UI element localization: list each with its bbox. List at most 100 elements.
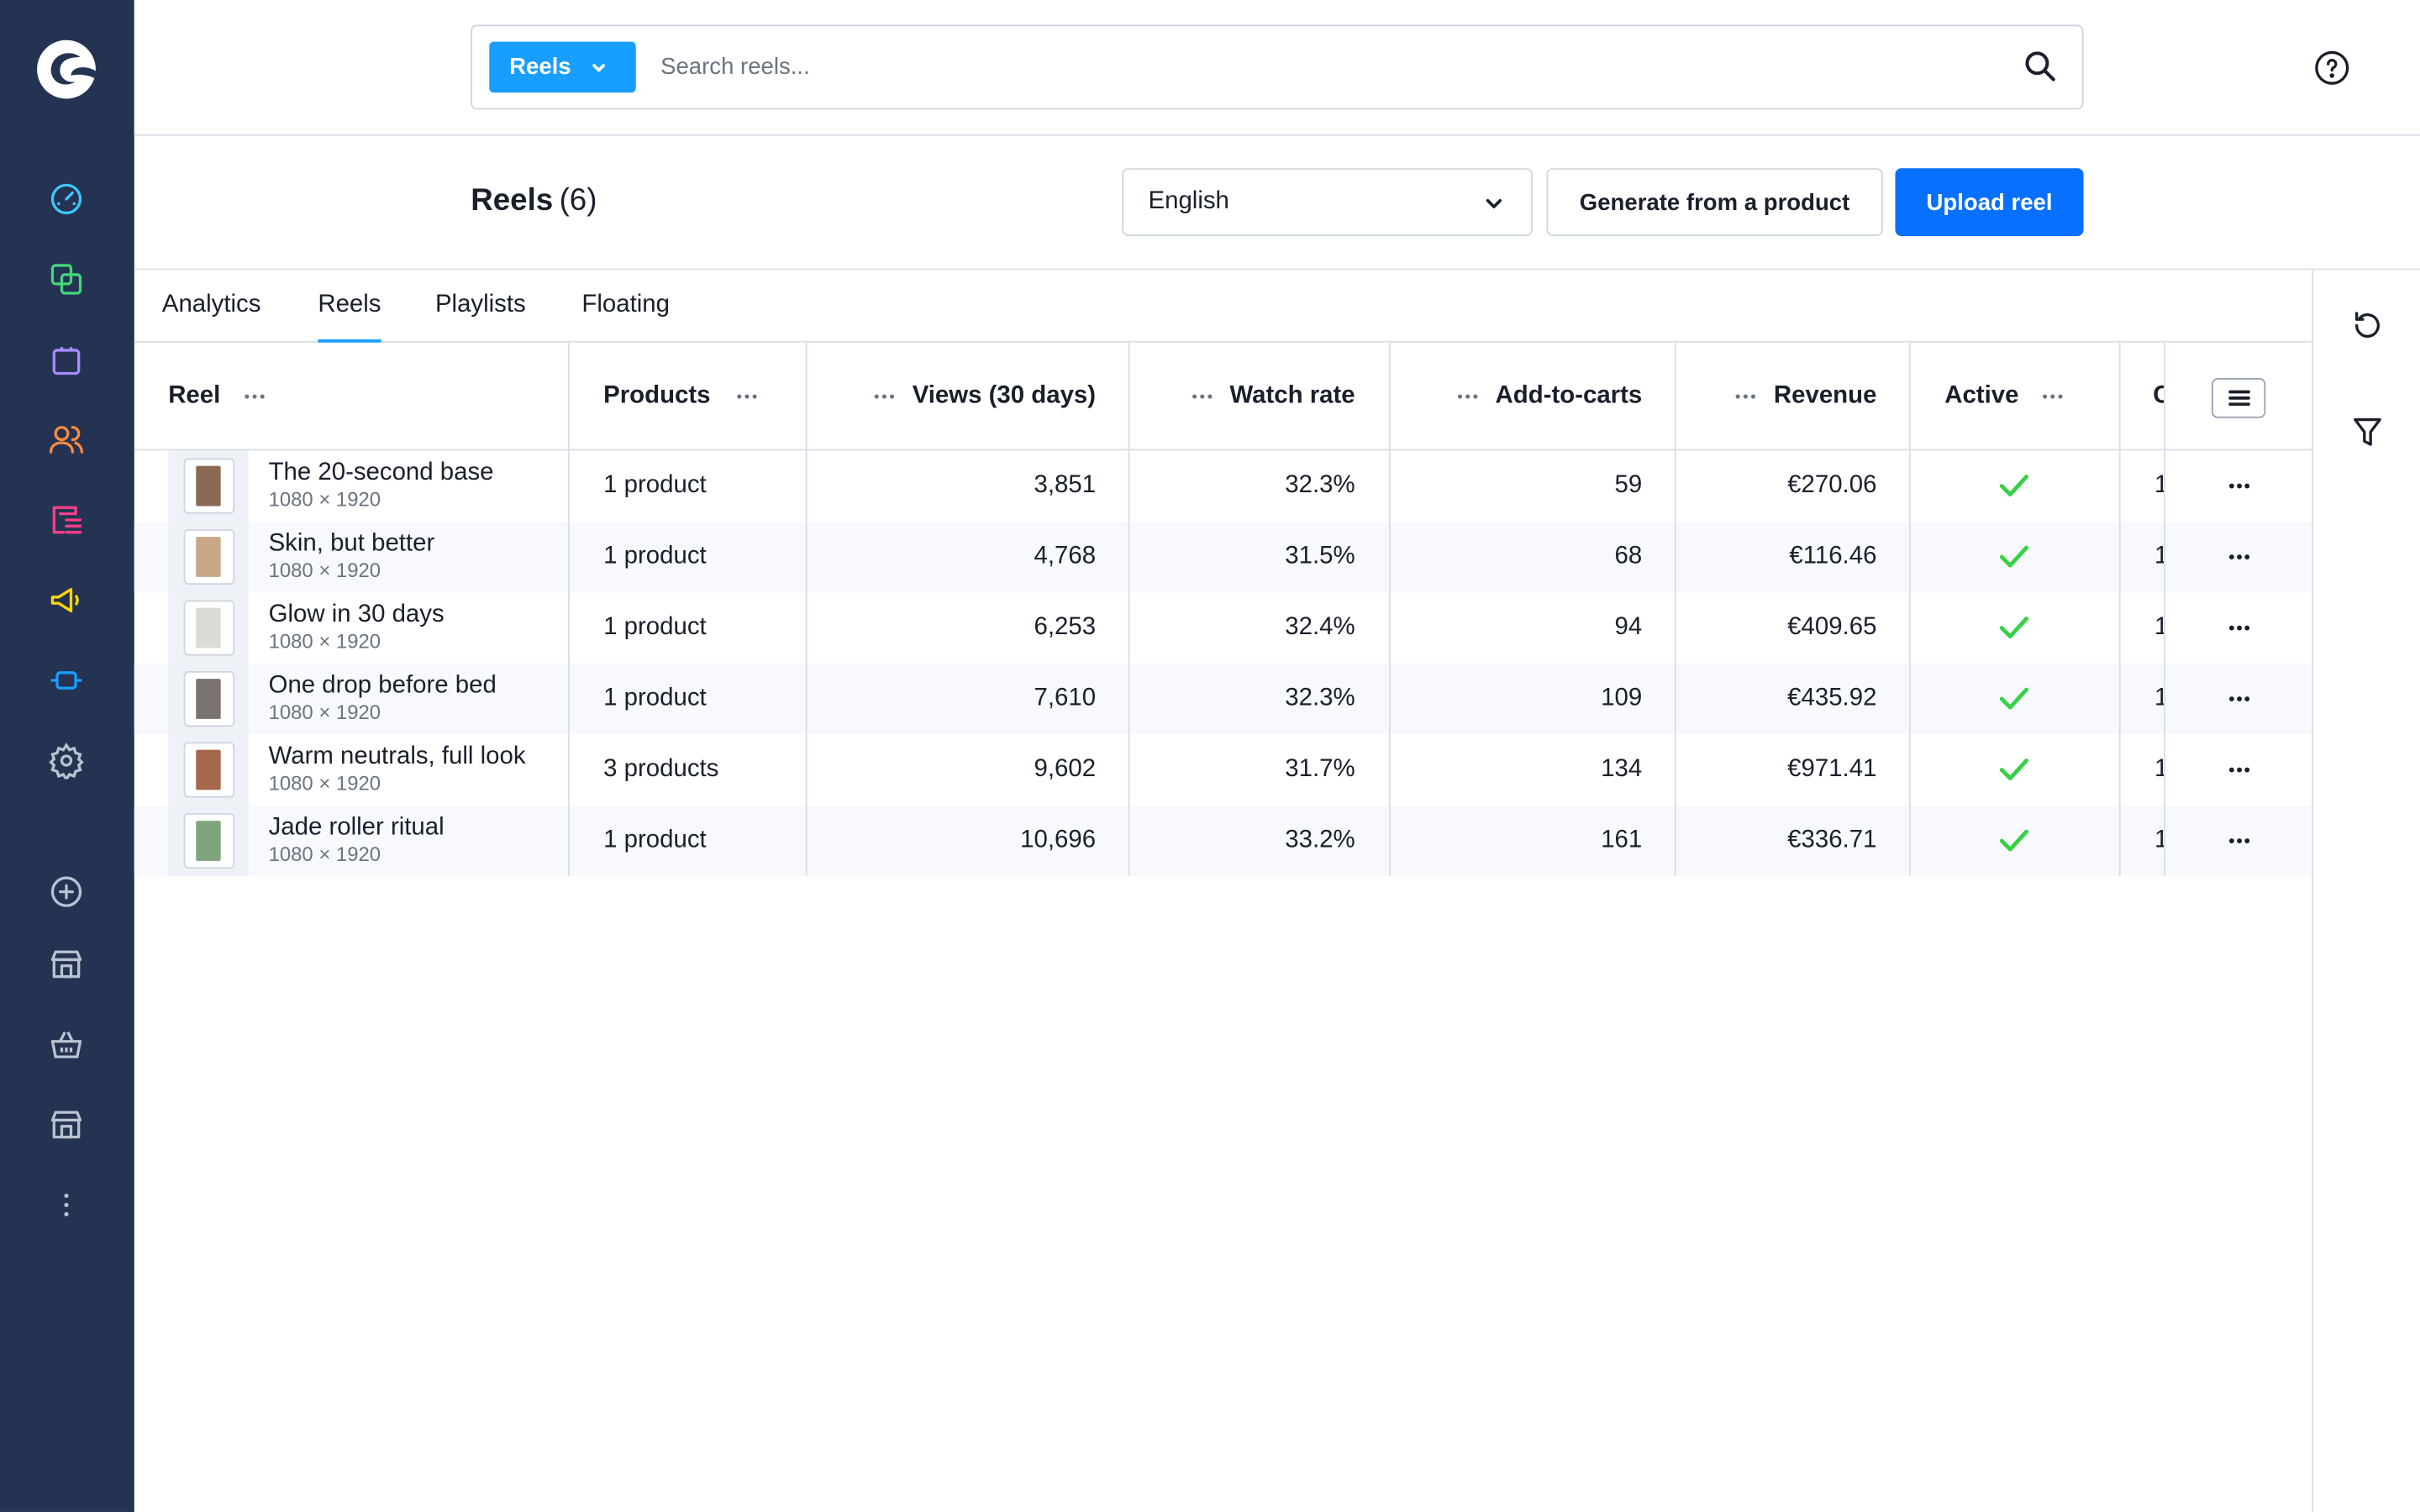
settings-icon[interactable] xyxy=(43,738,89,784)
table-row[interactable]: The 20-second base 1080 × 1920 1 product 3,… xyxy=(134,450,2312,522)
reel-dimensions: 1080 × 1920 xyxy=(268,629,381,653)
clipped-cell: 1 xyxy=(2154,450,2164,521)
chevron-down-icon xyxy=(592,63,606,71)
column-divider xyxy=(2164,342,2165,877)
reel-title[interactable]: Glow in 30 days xyxy=(269,601,445,629)
row-actions-button[interactable] xyxy=(2221,474,2258,498)
active-check-icon xyxy=(1999,829,2028,852)
tab-floating[interactable]: Floating xyxy=(581,291,670,343)
watch-rate-cell: 32.4% xyxy=(1285,614,1355,641)
add-sales-channel-icon[interactable] xyxy=(43,869,89,915)
customers-icon[interactable] xyxy=(43,417,89,463)
table-row[interactable]: One drop before bed 1080 × 1920 1 product 7… xyxy=(134,663,2312,735)
extensions-icon[interactable] xyxy=(43,657,89,703)
tab-playlists[interactable]: Playlists xyxy=(435,291,526,343)
column-options-icon[interactable] xyxy=(1190,384,1214,408)
row-actions-button[interactable] xyxy=(2221,616,2258,640)
search-type-dropdown[interactable]: Reels xyxy=(489,41,636,93)
products-cell: 1 product xyxy=(603,614,707,641)
column-header-products[interactable]: Products xyxy=(603,343,760,451)
views-cell: 4,768 xyxy=(1034,543,1097,570)
table-row[interactable]: Skin, but better 1080 × 1920 1 product 4,76… xyxy=(134,521,2312,593)
column-label: Active xyxy=(1944,382,2019,409)
thumbnail-cell xyxy=(168,805,249,877)
storefront-icon[interactable] xyxy=(43,1101,89,1147)
column-label: Add-to-carts xyxy=(1495,382,1643,409)
row-actions-button[interactable] xyxy=(2221,758,2258,782)
search-icon[interactable] xyxy=(2023,50,2057,83)
add-to-carts-cell: 59 xyxy=(1614,472,1643,499)
revenue-cell: €409.65 xyxy=(1787,614,1877,641)
products-cell: 1 product xyxy=(603,472,707,499)
tab-analytics[interactable]: Analytics xyxy=(162,291,261,343)
brand-logo[interactable] xyxy=(34,37,98,102)
filter-icon[interactable] xyxy=(2350,415,2384,449)
row-actions-button[interactable] xyxy=(2221,686,2258,711)
reel-thumbnail[interactable] xyxy=(182,670,234,727)
dashboard-icon[interactable] xyxy=(43,176,89,222)
reel-dimensions: 1080 × 1920 xyxy=(268,487,381,511)
tab-reels[interactable]: Reels xyxy=(318,291,381,343)
more-horizontal-icon xyxy=(2228,696,2250,701)
headless-basket-icon[interactable] xyxy=(43,1021,89,1068)
reel-title[interactable]: One drop before bed xyxy=(269,673,497,701)
right-toolbar xyxy=(2312,270,2420,1512)
column-header-reel[interactable]: Reel xyxy=(168,343,266,451)
row-actions-button[interactable] xyxy=(2221,544,2258,569)
more-horizontal-icon xyxy=(2228,483,2250,489)
row-actions-button[interactable] xyxy=(2221,828,2258,853)
column-header-watch-rate[interactable]: Watch rate xyxy=(1129,343,1355,451)
column-options-icon[interactable] xyxy=(242,384,266,408)
column-header-revenue[interactable]: Revenue xyxy=(1676,343,1876,451)
column-header-add-to-carts[interactable]: Add-to-carts xyxy=(1391,343,1642,451)
language-select[interactable]: English xyxy=(1122,168,1533,237)
reel-thumbnail[interactable] xyxy=(182,458,234,514)
reel-thumbnail[interactable] xyxy=(182,812,234,869)
catalog-icon[interactable] xyxy=(43,256,89,302)
thumbnail-cell xyxy=(168,663,249,735)
add-to-carts-cell: 68 xyxy=(1614,543,1643,570)
generate-from-product-button[interactable]: Generate from a product xyxy=(1546,168,1883,237)
column-header-views[interactable]: Views (30 days) xyxy=(808,343,1096,451)
thumbnail-image xyxy=(196,537,221,577)
add-to-carts-cell: 109 xyxy=(1601,685,1643,711)
marketing-icon[interactable] xyxy=(43,577,89,623)
table-row[interactable]: Warm neutrals, full look 1080 × 1920 3 pro… xyxy=(134,734,2312,806)
active-check-icon xyxy=(1999,759,2028,781)
help-icon[interactable] xyxy=(2313,50,2350,87)
reel-title[interactable]: Jade roller ritual xyxy=(269,815,445,843)
active-check-icon xyxy=(1999,617,2028,639)
column-settings-button[interactable] xyxy=(2211,377,2266,418)
upload-reel-button[interactable]: Upload reel xyxy=(1895,168,2084,237)
thumbnail-image xyxy=(196,465,221,507)
views-cell: 10,696 xyxy=(1020,827,1097,853)
table-row[interactable]: Jade roller ritual 1080 × 1920 1 product 10… xyxy=(134,805,2312,877)
search-input[interactable] xyxy=(660,41,1988,93)
column-options-icon[interactable] xyxy=(1733,384,1758,408)
orders-icon[interactable] xyxy=(43,336,89,382)
storefront-icon[interactable] xyxy=(43,941,89,987)
reel-thumbnail[interactable] xyxy=(182,600,234,656)
products-cell: 1 product xyxy=(603,543,707,570)
products-cell: 3 products xyxy=(603,755,719,783)
column-header-active[interactable]: Active xyxy=(1944,343,2065,451)
column-options-icon[interactable] xyxy=(2040,384,2065,408)
reel-title[interactable]: Skin, but better xyxy=(269,531,435,559)
more-icon[interactable] xyxy=(43,1182,89,1228)
add-to-carts-cell: 134 xyxy=(1601,755,1643,783)
revenue-cell: €971.41 xyxy=(1787,755,1877,783)
column-options-icon[interactable] xyxy=(872,384,897,408)
content-icon[interactable] xyxy=(43,496,89,543)
column-header-clipped[interactable]: C xyxy=(2153,343,2164,451)
refresh-icon[interactable] xyxy=(2350,308,2384,342)
column-options-icon[interactable] xyxy=(1455,384,1480,408)
column-options-icon[interactable] xyxy=(735,384,760,408)
reel-title[interactable]: The 20-second base xyxy=(269,459,494,487)
table-row[interactable]: Glow in 30 days 1080 × 1920 1 product 6,253… xyxy=(134,592,2312,664)
revenue-cell: €116.46 xyxy=(1789,543,1877,570)
reel-title[interactable]: Warm neutrals, full look xyxy=(269,743,526,771)
search-type-label: Reels xyxy=(509,54,571,81)
reel-thumbnail[interactable] xyxy=(182,742,234,798)
reel-thumbnail[interactable] xyxy=(182,528,234,585)
clipped-cell: 1 xyxy=(2154,734,2164,805)
